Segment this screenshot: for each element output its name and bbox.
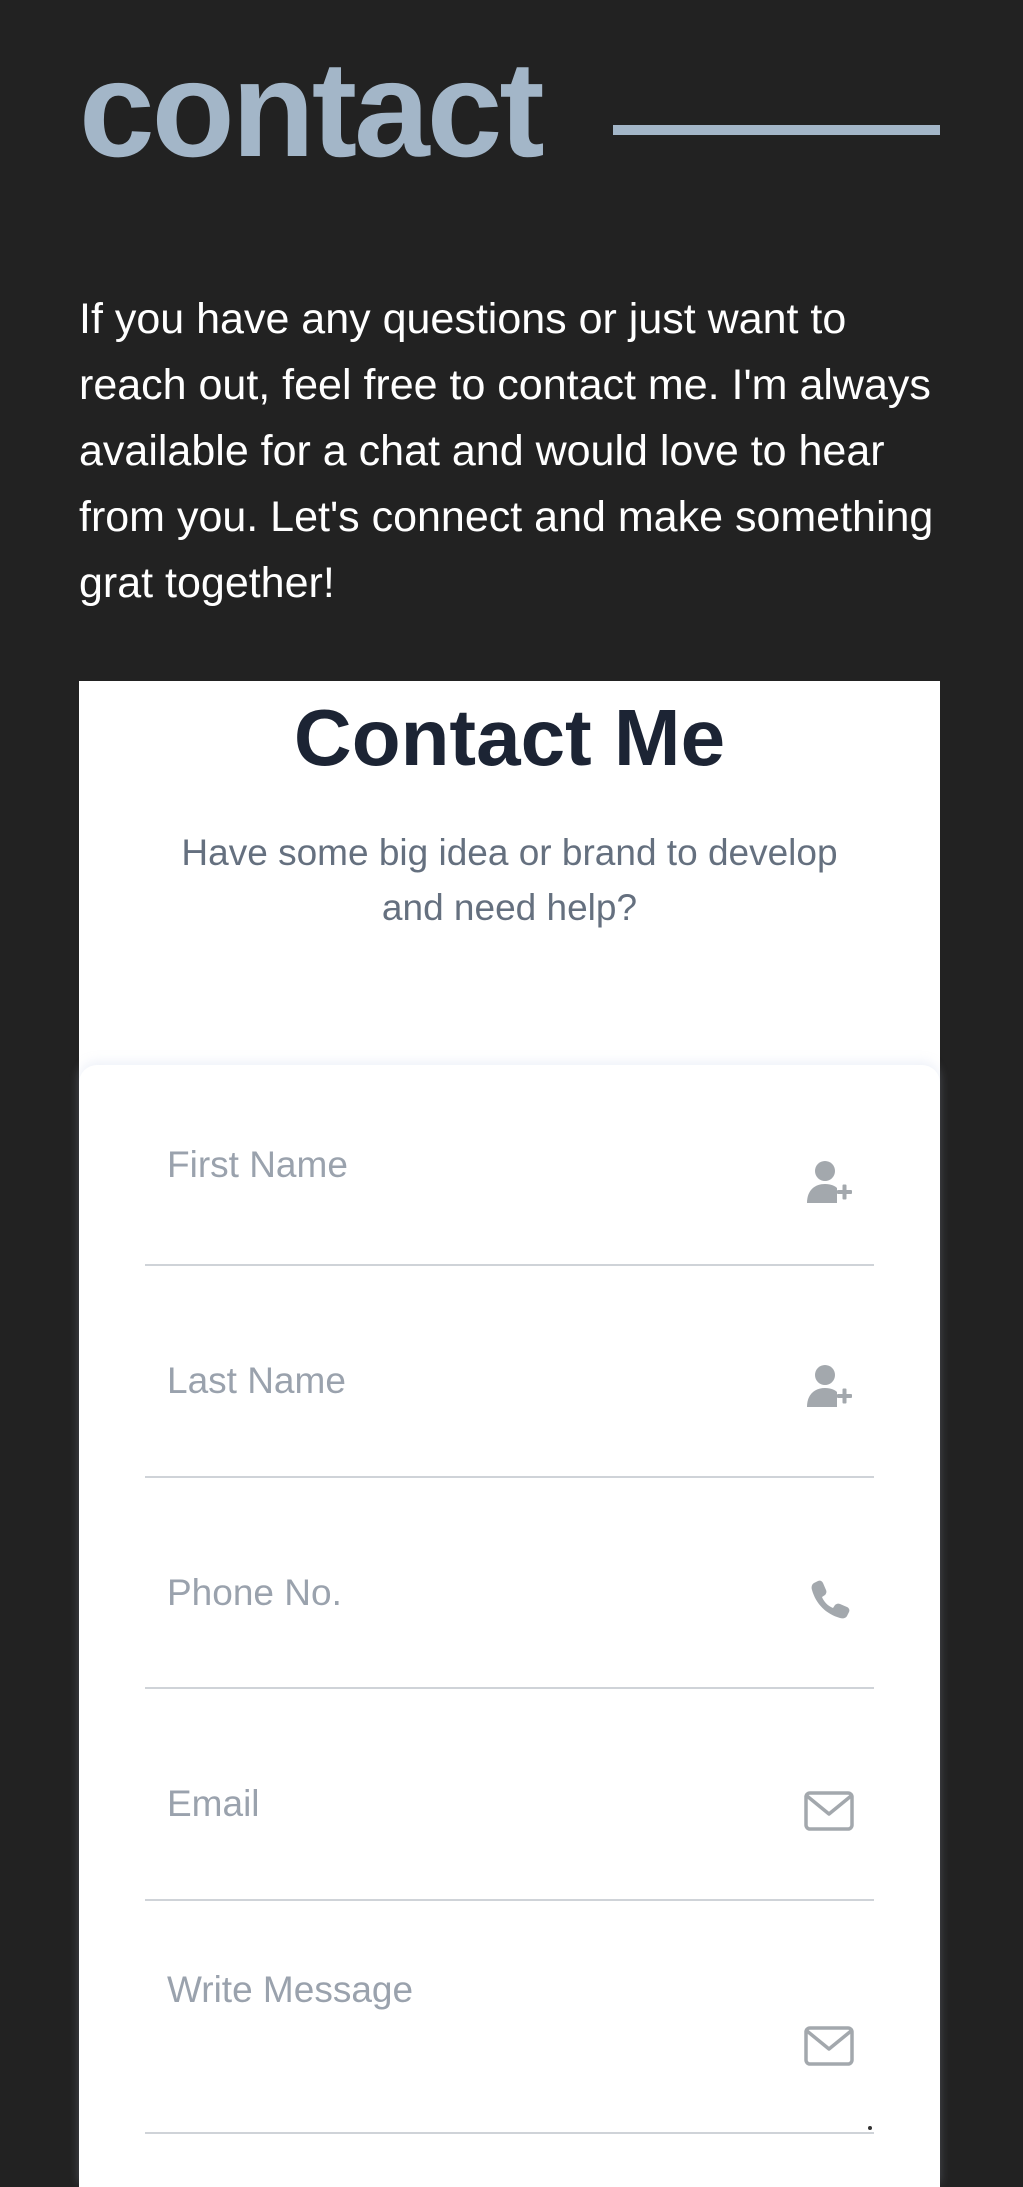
envelope-icon	[804, 1786, 854, 1836]
intro-paragraph: If you have any questions or just want t…	[79, 295, 934, 607]
email-input[interactable]	[145, 1689, 795, 1899]
email-field	[145, 1689, 874, 1901]
contact-form	[79, 1065, 940, 2187]
contact-card: Contact Me Have some big idea or brand t…	[79, 681, 940, 2187]
phone-icon	[804, 1573, 854, 1623]
contact-card-subtitle: Have some big idea or brand to develop a…	[181, 832, 838, 928]
first-name-field	[145, 1065, 874, 1266]
message-textarea[interactable]	[145, 1901, 795, 2132]
user-plus-icon	[804, 1361, 854, 1411]
phone-input[interactable]	[145, 1478, 795, 1687]
title-divider-line	[613, 125, 940, 135]
textarea-resize-handle[interactable]	[868, 2126, 872, 2130]
envelope-icon	[804, 2021, 854, 2071]
last-name-field	[145, 1266, 874, 1478]
user-plus-icon	[804, 1157, 854, 1207]
message-field	[145, 1901, 874, 2134]
section-title: contact	[79, 33, 545, 185]
contact-page: contact If you have any questions or jus…	[0, 0, 1023, 2187]
section-header: contact	[79, 33, 940, 185]
phone-field	[145, 1478, 874, 1689]
contact-card-title: Contact Me	[293, 693, 726, 782]
last-name-input[interactable]	[145, 1266, 795, 1476]
first-name-input[interactable]	[145, 1065, 795, 1264]
